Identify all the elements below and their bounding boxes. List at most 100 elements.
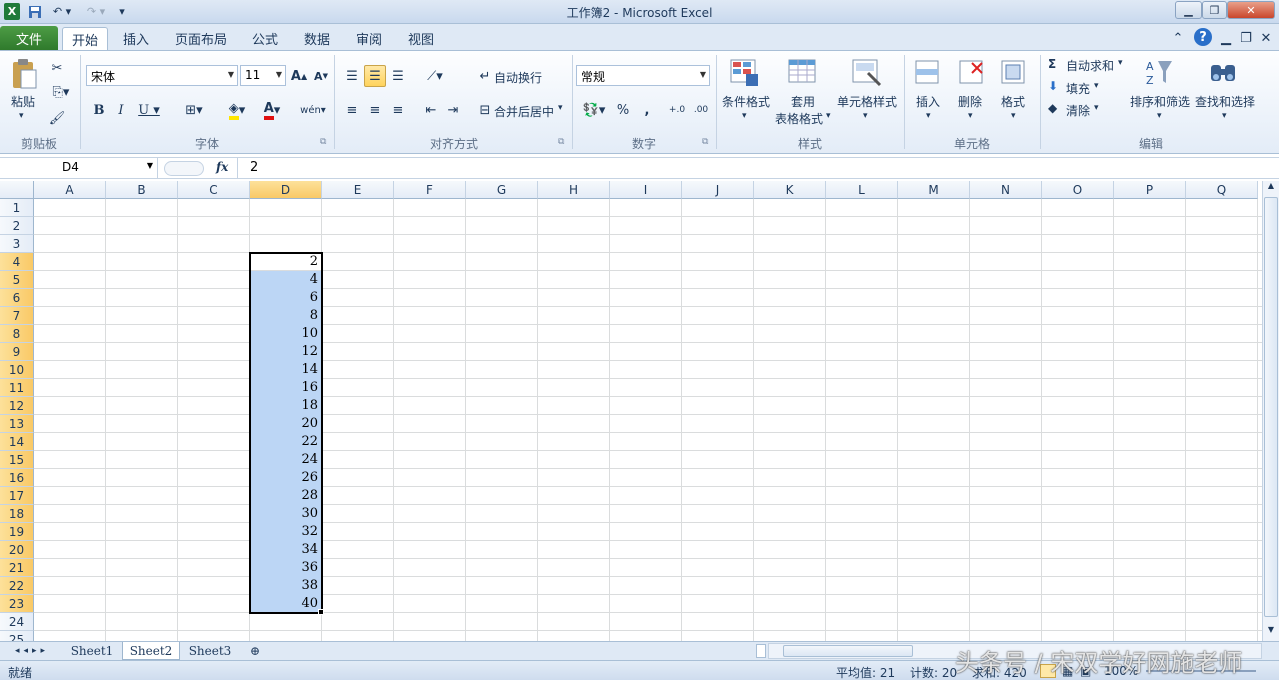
format-table-label-2[interactable]: 表格格式 (775, 110, 823, 127)
column-header-b[interactable]: B (106, 181, 178, 199)
worksheet-grid[interactable]: ABCDEFGHIJKLMNOPQ 1 2 3 4 5 6 7 8 9 10 11 12 13 14 15 1… (0, 181, 1262, 641)
row-header-15[interactable]: 15 (0, 451, 34, 469)
paste-label[interactable]: 粘贴 (11, 93, 35, 110)
h-scroll-thumb[interactable] (783, 645, 913, 657)
fill-color-icon[interactable]: ◈ ▾ (220, 99, 254, 121)
orientation-icon[interactable]: ⟋▾ (420, 65, 450, 87)
shrink-font-icon[interactable]: A ▼ (310, 65, 332, 87)
font-dialog-launcher-icon[interactable]: ⧉ (320, 137, 326, 147)
row-header-21[interactable]: 21 (0, 559, 34, 577)
underline-icon[interactable]: U ▾ (134, 99, 164, 121)
vertical-scrollbar[interactable]: ▲ ▼ (1262, 181, 1279, 641)
fill-handle[interactable] (318, 609, 324, 615)
chevron-down-icon[interactable]: ▾ (863, 111, 868, 121)
column-header-m[interactable]: M (898, 181, 970, 199)
row-header-22[interactable]: 22 (0, 577, 34, 595)
tab-view[interactable]: 视图 (398, 27, 444, 50)
fill-down-icon[interactable]: ⬇ (1048, 79, 1058, 93)
maximize-button[interactable]: ❐ (1202, 1, 1227, 19)
chevron-down-icon[interactable]: ▾ (1222, 111, 1227, 121)
column-header-n[interactable]: N (970, 181, 1042, 199)
increase-decimal-icon[interactable]: +.0 (666, 99, 688, 121)
format-cells-icon[interactable] (998, 57, 1030, 89)
chevron-down-icon[interactable]: ▼ (147, 161, 153, 170)
ribbon-collapse-icon[interactable]: ⌃ (1170, 27, 1186, 50)
cell-styles-label[interactable]: 单元格样式 (837, 93, 897, 110)
cell-styles-icon[interactable] (850, 57, 884, 89)
minimize-button[interactable]: ▁ (1175, 1, 1202, 19)
row-header-16[interactable]: 16 (0, 469, 34, 487)
insert-cells-icon[interactable] (912, 57, 944, 89)
row-header-14[interactable]: 14 (0, 433, 34, 451)
tab-insert[interactable]: 插入 (112, 27, 160, 50)
sheet-tab-3[interactable]: Sheet3 (182, 642, 238, 660)
wb-close-icon[interactable]: ✕ (1258, 27, 1274, 50)
font-color-icon[interactable]: A ▾ (256, 99, 288, 121)
select-all-corner[interactable] (0, 181, 34, 199)
row-header-9[interactable]: 9 (0, 343, 34, 361)
find-select-icon[interactable] (1206, 55, 1240, 89)
merge-center-label[interactable]: 合并后居中 (494, 103, 554, 120)
paste-icon[interactable] (8, 57, 40, 91)
fx-icon[interactable]: fx (216, 160, 228, 174)
insert-cells-label[interactable]: 插入 (916, 93, 940, 110)
column-header-k[interactable]: K (754, 181, 826, 199)
align-right-icon[interactable]: ≡ (387, 99, 409, 121)
copy-icon[interactable]: ⎘▾ (46, 81, 76, 103)
merge-center-icon[interactable]: ⊟ (474, 99, 496, 121)
tab-page-layout[interactable]: 页面布局 (166, 27, 236, 50)
chevron-down-icon[interactable]: ▾ (1094, 81, 1099, 91)
column-header-o[interactable]: O (1042, 181, 1114, 199)
percent-icon[interactable]: % (612, 99, 634, 121)
row-header-5[interactable]: 5 (0, 271, 34, 289)
row-header-3[interactable]: 3 (0, 235, 34, 253)
sort-filter-label[interactable]: 排序和筛选 (1130, 93, 1190, 110)
clear-label[interactable]: 清除 (1066, 102, 1090, 119)
tab-split-handle[interactable] (756, 644, 766, 658)
align-left-icon[interactable]: ≡ (341, 99, 363, 121)
row-header-20[interactable]: 20 (0, 541, 34, 559)
row-header-7[interactable]: 7 (0, 307, 34, 325)
formula-input[interactable]: 2 (237, 158, 1279, 179)
paste-dropdown-icon[interactable]: ▾ (19, 111, 24, 121)
chevron-down-icon[interactable]: ▾ (558, 103, 563, 113)
align-top-icon[interactable]: ☰ (341, 65, 363, 87)
bold-icon[interactable]: B (88, 99, 110, 121)
wb-minimize-icon[interactable]: ▁ (1218, 27, 1234, 50)
conditional-format-label[interactable]: 条件格式 (722, 93, 770, 110)
sheet-tab-1[interactable]: Sheet1 (64, 642, 120, 660)
phonetic-icon[interactable]: wén▾ (296, 99, 330, 121)
row-header-25[interactable]: 25 (0, 631, 34, 641)
chevron-down-icon[interactable]: ▾ (926, 111, 931, 121)
wb-restore-icon[interactable]: ❐ (1238, 27, 1254, 50)
increase-indent-icon[interactable]: ⇥ (442, 99, 464, 121)
column-header-l[interactable]: L (826, 181, 898, 199)
column-header-a[interactable]: A (34, 181, 106, 199)
chevron-down-icon[interactable]: ▾ (968, 111, 973, 121)
column-header-q[interactable]: Q (1186, 181, 1258, 199)
format-painter-icon[interactable]: 🖌 (46, 107, 68, 129)
format-table-icon[interactable] (786, 57, 820, 89)
chevron-down-icon[interactable]: ▾ (1094, 103, 1099, 113)
row-header-18[interactable]: 18 (0, 505, 34, 523)
chevron-down-icon[interactable]: ▾ (1118, 58, 1123, 68)
row-header-2[interactable]: 2 (0, 217, 34, 235)
sigma-icon[interactable]: Σ (1048, 57, 1056, 71)
align-middle-icon[interactable]: ☰ (364, 65, 386, 87)
font-name-combo[interactable]: 宋体 ▼ (86, 65, 238, 86)
format-table-label-1[interactable]: 套用 (791, 93, 815, 110)
tab-formulas[interactable]: 公式 (242, 27, 288, 50)
column-header-i[interactable]: I (610, 181, 682, 199)
row-header-11[interactable]: 11 (0, 379, 34, 397)
row-header-23[interactable]: 23 (0, 595, 34, 613)
column-header-f[interactable]: F (394, 181, 466, 199)
decrease-decimal-icon[interactable]: .00 (690, 99, 712, 121)
decrease-indent-icon[interactable]: ⇤ (420, 99, 442, 121)
scroll-down-icon[interactable]: ▼ (1265, 625, 1277, 639)
column-header-e[interactable]: E (322, 181, 394, 199)
row-header-13[interactable]: 13 (0, 415, 34, 433)
row-header-24[interactable]: 24 (0, 613, 34, 631)
grow-font-icon[interactable]: A ▲ (288, 65, 310, 87)
name-box[interactable]: D4 ▼ (0, 158, 158, 179)
sort-filter-icon[interactable]: AZ (1142, 55, 1176, 89)
